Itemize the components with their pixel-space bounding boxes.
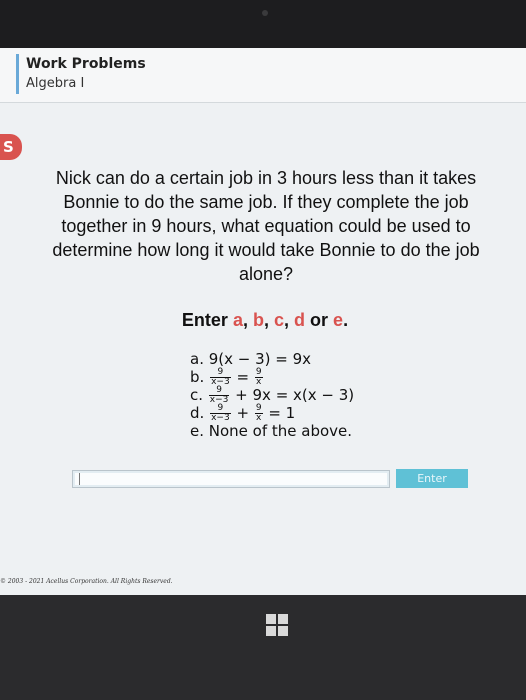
choice-d: d. 9 x−3 + 9x = 1	[190, 404, 420, 423]
choice-c: c. 9 x−3 + 9x = x(x − 3)	[190, 386, 420, 405]
course-title: Work Problems	[26, 56, 146, 72]
option-d-label: d	[294, 310, 306, 330]
device-bezel-bottom	[0, 595, 526, 700]
fraction: 9x	[254, 404, 263, 423]
windows-logo-icon[interactable]	[266, 614, 288, 636]
app-screen: Work Problems Algebra I S Nick can do a …	[0, 48, 526, 595]
instruction-text: Enter a, b, c, d or e.	[140, 310, 390, 331]
choice-letter: d.	[190, 404, 205, 422]
choice-b: b. 9 x−3 = 9x	[190, 368, 420, 387]
side-tab-button[interactable]: S	[0, 134, 22, 160]
choice-e-text: None of the above.	[208, 422, 353, 440]
option-e-label: e	[333, 310, 344, 330]
choice-c-rest: + 9x = x(x − 3)	[235, 386, 355, 404]
text-caret	[79, 473, 80, 485]
option-b-label: b	[252, 310, 264, 330]
device-bezel-top	[0, 0, 526, 48]
period: .	[343, 310, 349, 330]
choice-e: e. None of the above.	[190, 422, 420, 440]
option-a-label: a	[232, 310, 243, 330]
course-header: Work Problems Algebra I	[0, 48, 526, 103]
header-accent-bar	[16, 54, 19, 94]
course-subtitle: Algebra I	[26, 76, 85, 91]
separator: ,	[242, 310, 253, 330]
choice-letter: b.	[190, 368, 205, 386]
or-word: or	[310, 310, 329, 330]
answer-input[interactable]	[72, 470, 390, 488]
instruction-prefix: Enter	[181, 310, 233, 330]
option-c-label: c	[273, 310, 284, 330]
choice-a-equation: 9(x − 3) = 9x	[208, 350, 312, 368]
question-text: Nick can do a certain job in 3 hours les…	[52, 168, 480, 284]
enter-button[interactable]: Enter	[396, 469, 468, 488]
equals-sign: =	[236, 368, 250, 386]
choice-letter: c.	[190, 386, 204, 404]
separator: ,	[263, 310, 274, 330]
separator: ,	[284, 310, 295, 330]
choice-d-rest: = 1	[268, 404, 296, 422]
fraction: 9x	[254, 368, 263, 387]
choice-letter: e.	[190, 422, 204, 440]
answer-choices: a. 9(x − 3) = 9x b. 9 x−3 = 9x c. 9 x−3 + …	[190, 350, 420, 440]
plus-sign: +	[236, 404, 250, 422]
copyright-text: © 2003 - 2021 Acellus Corporation. All R…	[0, 578, 173, 585]
fraction: 9 x−3	[210, 404, 231, 423]
choice-letter: a.	[190, 350, 204, 368]
camera-icon	[262, 10, 268, 16]
choice-a: a. 9(x − 3) = 9x	[190, 350, 420, 368]
